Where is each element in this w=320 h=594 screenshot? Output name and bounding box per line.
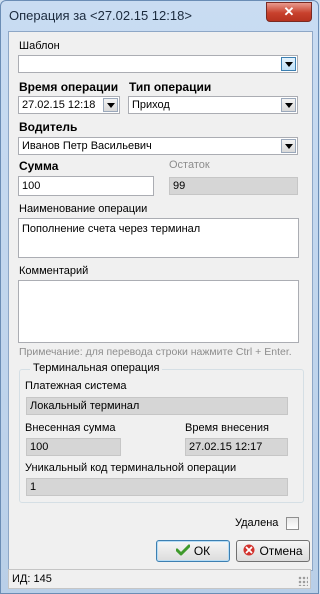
operation-time-field[interactable]: 27.02.15 12:18 [18, 96, 120, 114]
dialog-body: Шаблон Время операции Тип операции 27.02… [8, 31, 313, 571]
close-button[interactable]: ✕ [266, 2, 312, 22]
deposit-time-field: 27.02.15 12:17 [185, 438, 288, 456]
check-icon [175, 542, 191, 562]
cancel-button[interactable]: Отмена [236, 540, 310, 562]
operation-time-value: 27.02.15 12:18 [22, 99, 96, 111]
deleted-checkbox[interactable] [286, 517, 299, 530]
unique-code-field: 1 [26, 478, 288, 496]
amount-field[interactable]: 100 [18, 176, 154, 196]
operation-time-dropdown-button[interactable] [103, 98, 118, 112]
driver-value: Иванов Петр Васильевич [22, 140, 152, 152]
amount-label: Сумма [19, 159, 59, 173]
deposited-amount-field: 100 [26, 438, 121, 456]
comment-label: Комментарий [19, 265, 89, 277]
unique-code-label: Уникальный код терминальной операции [25, 462, 237, 474]
payment-system-field: Локальный терминал [26, 397, 288, 415]
template-dropdown-button[interactable] [281, 57, 296, 71]
operation-time-label: Время операции [19, 80, 119, 94]
deposited-amount-label: Внесенная сумма [25, 422, 116, 434]
operation-type-dropdown-button[interactable] [281, 98, 296, 112]
driver-dropdown-button[interactable] [281, 139, 296, 153]
comment-note: Примечание: для перевода строки нажмите … [19, 346, 292, 358]
template-label: Шаблон [19, 40, 60, 52]
payment-system-label: Платежная система [25, 380, 127, 392]
status-bar: ИД: 145 [8, 569, 311, 589]
comment-field[interactable] [18, 280, 299, 343]
driver-select[interactable]: Иванов Петр Васильевич [18, 137, 298, 155]
status-id: ИД: 145 [12, 573, 52, 585]
operation-type-select[interactable]: Приход [128, 96, 298, 114]
cancel-button-label: Отмена [259, 544, 303, 558]
dialog-window: Операция за <27.02.15 12:18> ✕ Шаблон Вр… [0, 0, 319, 594]
terminal-group-title: Терминальная операция [30, 362, 163, 374]
deposit-time-label: Время внесения [185, 422, 269, 434]
deleted-label: Удалена [235, 517, 279, 529]
operation-type-label: Тип операции [129, 80, 212, 94]
operation-name-field[interactable]: Пополнение счета через терминал [18, 218, 299, 258]
template-select[interactable] [18, 55, 298, 73]
ok-button[interactable]: ОК [156, 540, 230, 562]
resize-grip-icon[interactable] [298, 576, 308, 586]
ok-button-label: ОК [193, 544, 211, 558]
x-icon [243, 542, 255, 562]
window-title: Операция за <27.02.15 12:18> [9, 8, 192, 23]
operation-type-value: Приход [132, 99, 170, 111]
balance-field: 99 [169, 177, 298, 195]
operation-name-label: Наименование операции [19, 203, 148, 215]
terminal-operation-group: Терминальная операция Платежная система … [19, 362, 304, 503]
title-bar[interactable]: Операция за <27.02.15 12:18> ✕ [1, 1, 318, 31]
balance-label: Остаток [169, 159, 210, 171]
driver-label: Водитель [19, 120, 78, 134]
